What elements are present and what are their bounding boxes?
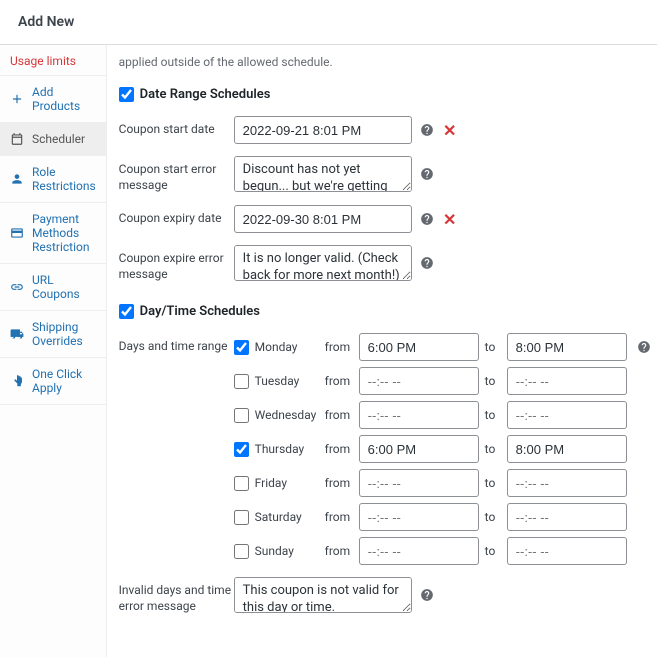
from-time-input[interactable] bbox=[359, 537, 479, 565]
sidebar-item-one-click-apply[interactable]: One Click Apply bbox=[0, 358, 106, 405]
day-row-wednesday: Wednesday from to bbox=[234, 401, 651, 429]
sidebar-item-url-coupons[interactable]: URL Coupons bbox=[0, 264, 106, 311]
help-icon[interactable] bbox=[420, 588, 434, 602]
expiry-date-label: Coupon expiry date bbox=[119, 205, 234, 227]
day-checkbox-thursday[interactable] bbox=[234, 442, 249, 457]
help-icon[interactable] bbox=[420, 212, 434, 226]
truck-icon bbox=[10, 327, 24, 341]
calendar-icon bbox=[10, 132, 24, 146]
daytime-checkbox[interactable] bbox=[119, 304, 134, 319]
sidebar-item-label: Scheduler bbox=[32, 132, 85, 146]
from-time-input[interactable] bbox=[359, 435, 479, 463]
day-row-sunday: Sunday from to bbox=[234, 537, 651, 565]
help-icon[interactable] bbox=[420, 123, 434, 137]
clear-start-icon[interactable]: ✕ bbox=[442, 121, 458, 140]
to-label: to bbox=[485, 374, 501, 388]
to-time-input[interactable] bbox=[507, 537, 627, 565]
sidebar-item-payment-methods-restriction[interactable]: Payment Methods Restriction bbox=[0, 203, 106, 264]
day-checkbox-tuesday[interactable] bbox=[234, 374, 249, 389]
from-time-input[interactable] bbox=[359, 503, 479, 531]
from-label: from bbox=[325, 374, 353, 388]
sidebar-item-label: Shipping Overrides bbox=[32, 320, 96, 348]
sidebar-item-label: Usage limits bbox=[10, 54, 76, 68]
from-label: from bbox=[325, 510, 353, 524]
day-row-monday: Monday from to bbox=[234, 333, 651, 361]
to-label: to bbox=[485, 510, 501, 524]
start-date-input[interactable] bbox=[234, 116, 412, 144]
start-date-label: Coupon start date bbox=[119, 116, 234, 138]
day-checkbox-wednesday[interactable] bbox=[234, 408, 249, 423]
help-icon[interactable] bbox=[420, 167, 434, 181]
from-time-input[interactable] bbox=[359, 401, 479, 429]
from-label: from bbox=[325, 544, 353, 558]
day-checkbox-monday[interactable] bbox=[234, 340, 249, 355]
expire-error-label: Coupon expire error message bbox=[119, 245, 234, 282]
sidebar-item-label: URL Coupons bbox=[32, 273, 96, 301]
sidebar-item-label: Add Products bbox=[32, 85, 96, 113]
day-row-friday: Friday from to bbox=[234, 469, 651, 497]
day-checkbox-friday[interactable] bbox=[234, 476, 249, 491]
expire-error-input[interactable] bbox=[234, 245, 412, 281]
day-name-label: Friday bbox=[255, 476, 319, 490]
to-time-input[interactable] bbox=[507, 469, 627, 497]
sidebar-item-role-restrictions[interactable]: Role Restrictions bbox=[0, 156, 106, 203]
to-label: to bbox=[485, 476, 501, 490]
day-name-label: Wednesday bbox=[255, 408, 319, 422]
day-name-label: Thursday bbox=[255, 442, 319, 456]
day-name-label: Monday bbox=[255, 340, 319, 354]
to-label: to bbox=[485, 408, 501, 422]
card-icon bbox=[10, 226, 24, 240]
sidebar: Usage limits Add Products Scheduler Role Re… bbox=[0, 45, 107, 657]
date-range-checkbox[interactable] bbox=[119, 87, 134, 102]
invalid-days-input[interactable] bbox=[234, 577, 412, 613]
from-time-input[interactable] bbox=[359, 333, 479, 361]
clear-expiry-icon[interactable]: ✕ bbox=[442, 210, 458, 229]
sidebar-item-shipping-overrides[interactable]: Shipping Overrides bbox=[0, 311, 106, 358]
from-label: from bbox=[325, 442, 353, 456]
day-checkbox-sunday[interactable] bbox=[234, 544, 249, 559]
start-error-label: Coupon start error message bbox=[119, 156, 234, 193]
to-time-input[interactable] bbox=[507, 333, 627, 361]
invalid-days-label: Invalid days and time error message bbox=[119, 577, 234, 614]
help-icon[interactable] bbox=[637, 340, 651, 354]
plus-icon bbox=[10, 92, 24, 106]
to-time-input[interactable] bbox=[507, 401, 627, 429]
person-icon bbox=[10, 172, 24, 186]
to-label: to bbox=[485, 544, 501, 558]
days-range-label: Days and time range bbox=[119, 333, 234, 355]
day-name-label: Saturday bbox=[255, 510, 319, 524]
from-time-input[interactable] bbox=[359, 367, 479, 395]
to-time-input[interactable] bbox=[507, 503, 627, 531]
sidebar-item-label: One Click Apply bbox=[32, 367, 96, 395]
from-label: from bbox=[325, 408, 353, 422]
sidebar-item-add-products[interactable]: Add Products bbox=[0, 76, 106, 123]
day-row-saturday: Saturday from to bbox=[234, 503, 651, 531]
expiry-date-input[interactable] bbox=[234, 205, 412, 233]
date-range-title: Date Range Schedules bbox=[140, 87, 271, 102]
day-row-tuesday: Tuesday from to bbox=[234, 367, 651, 395]
link-icon bbox=[10, 280, 24, 294]
sidebar-item-label: Role Restrictions bbox=[32, 165, 96, 193]
daytime-title: Day/Time Schedules bbox=[140, 304, 260, 319]
help-icon[interactable] bbox=[420, 256, 434, 270]
to-label: to bbox=[485, 340, 501, 354]
sidebar-item-usage-limits[interactable]: Usage limits bbox=[0, 47, 106, 76]
hand-icon bbox=[10, 374, 24, 388]
from-label: from bbox=[325, 476, 353, 490]
to-label: to bbox=[485, 442, 501, 456]
main-panel: applied outside of the allowed schedule.… bbox=[107, 45, 657, 657]
sidebar-item-label: Payment Methods Restriction bbox=[32, 212, 96, 254]
page-title: Add New bbox=[0, 0, 657, 45]
day-checkbox-saturday[interactable] bbox=[234, 510, 249, 525]
intro-text: applied outside of the allowed schedule. bbox=[119, 55, 651, 69]
start-error-input[interactable] bbox=[234, 156, 412, 192]
from-time-input[interactable] bbox=[359, 469, 479, 497]
day-name-label: Tuesday bbox=[255, 374, 319, 388]
day-name-label: Sunday bbox=[255, 544, 319, 558]
day-row-thursday: Thursday from to bbox=[234, 435, 651, 463]
to-time-input[interactable] bbox=[507, 367, 627, 395]
to-time-input[interactable] bbox=[507, 435, 627, 463]
from-label: from bbox=[325, 340, 353, 354]
sidebar-item-scheduler[interactable]: Scheduler bbox=[0, 123, 106, 156]
